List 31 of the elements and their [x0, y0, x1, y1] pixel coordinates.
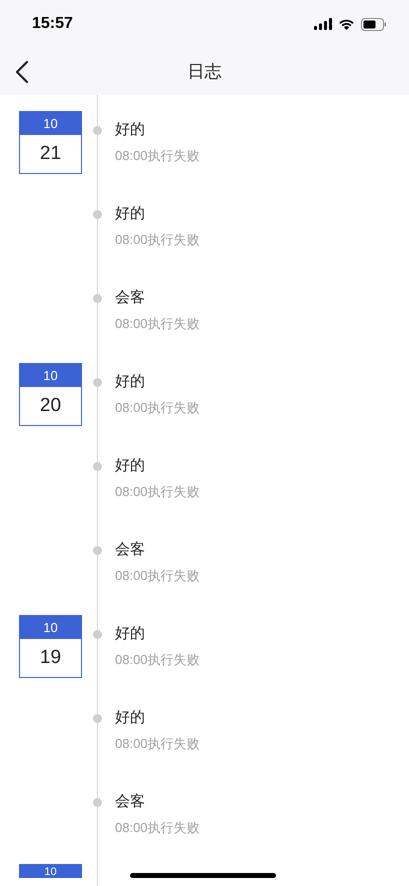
log-detail: 08:00执行失败	[115, 651, 200, 669]
battery-icon	[361, 18, 387, 30]
wifi-icon	[338, 18, 355, 30]
log-detail: 08:00执行失败	[115, 231, 200, 249]
log-title: 好的	[115, 456, 145, 476]
month-label: 10	[20, 865, 81, 878]
month-label: 10	[20, 112, 81, 135]
log-detail: 08:00执行失败	[115, 483, 200, 501]
log-detail: 08:00执行失败	[115, 819, 200, 837]
log-detail: 08:00执行失败	[115, 147, 200, 165]
log-title: 好的	[115, 708, 145, 728]
day-label: 20	[38, 394, 62, 418]
month-label: 10	[20, 616, 81, 639]
log-title: 会客	[115, 792, 145, 812]
log-detail: 08:00执行失败	[115, 315, 200, 333]
page-title: 日志	[188, 60, 222, 83]
log-detail: 08:00执行失败	[115, 399, 200, 417]
log-title: 好的	[115, 624, 145, 644]
chevron-left-icon	[15, 60, 29, 84]
log-title: 好的	[115, 204, 145, 224]
signal-icon	[314, 18, 332, 30]
day-label: 19	[38, 646, 62, 670]
status-time: 15:57	[32, 14, 73, 34]
log-detail: 08:00执行失败	[115, 567, 200, 585]
log-detail: 08:00执行失败	[115, 735, 200, 753]
month-label: 10	[20, 364, 81, 387]
log-title: 会客	[115, 288, 145, 308]
log-title: 会客	[115, 540, 145, 560]
log-title: 好的	[115, 372, 145, 392]
day-label: 21	[38, 142, 62, 166]
log-title: 好的	[115, 120, 145, 140]
